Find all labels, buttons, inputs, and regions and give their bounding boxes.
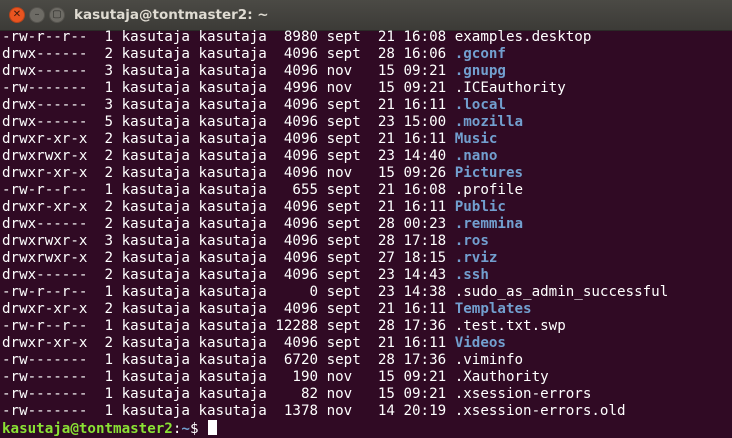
listing-line: drwxrwxr-x 2 kasutaja kasutaja 4096 sept… [2, 250, 732, 267]
prompt-user-host: kasutaja@tontmaster2 [2, 421, 173, 437]
file-attributes: -rw------- 1 kasutaja kasutaja 82 nov 15… [2, 386, 455, 402]
file-name: .test.txt.swp [454, 318, 566, 334]
listing-line: -rw-r--r-- 1 kasutaja kasutaja 8980 sept… [2, 29, 732, 46]
directory-name: .gconf [454, 46, 506, 62]
directory-name: Public [454, 199, 506, 215]
listing-line: -rw------- 1 kasutaja kasutaja 4996 nov … [2, 80, 732, 97]
listing-line: drwx------ 2 kasutaja kasutaja 4096 sept… [2, 216, 732, 233]
file-name: .xsession-errors.old [454, 403, 626, 419]
listing-line: -rw-r--r-- 1 kasutaja kasutaja 655 sept … [2, 182, 732, 199]
directory-name: .mozilla [454, 114, 524, 130]
file-attributes: drwxr-xr-x 2 kasutaja kasutaja 4096 sept… [2, 199, 455, 215]
file-attributes: -rw------- 1 kasutaja kasutaja 1378 nov … [2, 403, 455, 419]
directory-name: .rviz [454, 250, 498, 266]
listing-line: -rw------- 1 kasutaja kasutaja 1378 nov … [2, 403, 732, 420]
file-name: .profile [454, 182, 524, 198]
listing-line: -rw-r--r-- 1 kasutaja kasutaja 12288 sep… [2, 318, 732, 335]
file-attributes: drwxr-xr-x 2 kasutaja kasutaja 4096 sept… [2, 131, 455, 147]
listing-line: drwx------ 2 kasutaja kasutaja 4096 sept… [2, 46, 732, 63]
listing-line: -rw------- 1 kasutaja kasutaja 6720 sept… [2, 352, 732, 369]
file-name: .ICEauthority [454, 80, 566, 96]
file-attributes: drwxr-xr-x 2 kasutaja kasutaja 4096 nov … [2, 165, 455, 181]
directory-name: .nano [454, 148, 498, 164]
directory-name: Music [454, 131, 498, 147]
listing-line: drwxr-xr-x 2 kasutaja kasutaja 4096 sept… [2, 199, 732, 216]
directory-name: Videos [454, 335, 506, 351]
listing-line: drwxr-xr-x 2 kasutaja kasutaja 4096 sept… [2, 301, 732, 318]
prompt-path: ~ [181, 421, 190, 437]
file-attributes: drwxr-xr-x 2 kasutaja kasutaja 4096 sept… [2, 301, 455, 317]
listing-line: -rw------- 1 kasutaja kasutaja 82 nov 15… [2, 386, 732, 403]
file-attributes: -rw------- 1 kasutaja kasutaja 4996 nov … [2, 80, 455, 96]
minimize-icon[interactable]: – [29, 7, 45, 23]
listing-line: drwx------ 3 kasutaja kasutaja 4096 nov … [2, 63, 732, 80]
listing-line: -rw-r--r-- 1 kasutaja kasutaja 0 sept 23… [2, 284, 732, 301]
directory-name: .gnupg [454, 63, 506, 79]
window-title: kasutaja@tontmaster2: ~ [74, 7, 269, 23]
directory-name: .remmina [454, 216, 524, 232]
listing-line: drwx------ 5 kasutaja kasutaja 4096 sept… [2, 114, 732, 131]
file-attributes: drwxrwxr-x 3 kasutaja kasutaja 4096 sept… [2, 233, 455, 249]
listing-line: drwxr-xr-x 2 kasutaja kasutaja 4096 nov … [2, 165, 732, 182]
listing-line: drwxrwxr-x 2 kasutaja kasutaja 4096 sept… [2, 148, 732, 165]
file-attributes: drwxrwxr-x 2 kasutaja kasutaja 4096 sept… [2, 250, 455, 266]
listing-line: drwxr-xr-x 2 kasutaja kasutaja 4096 sept… [2, 131, 732, 148]
listing-line: drwx------ 3 kasutaja kasutaja 4096 sept… [2, 97, 732, 114]
file-attributes: -rw-r--r-- 1 kasutaja kasutaja 12288 sep… [2, 318, 455, 334]
file-attributes: -rw-r--r-- 1 kasutaja kasutaja 0 sept 23… [2, 284, 455, 300]
listing-line: drwxr-xr-x 2 kasutaja kasutaja 4096 sept… [2, 335, 732, 352]
text-cursor [208, 420, 218, 435]
terminal-output[interactable]: -rw-r--r-- 1 kasutaja kasutaja 8980 sept… [0, 29, 732, 438]
file-attributes: -rw------- 1 kasutaja kasutaja 6720 sept… [2, 352, 455, 368]
file-attributes: -rw-r--r-- 1 kasutaja kasutaja 655 sept … [2, 182, 455, 198]
file-attributes: drwx------ 2 kasutaja kasutaja 4096 sept… [2, 267, 455, 283]
file-name: .Xauthority [454, 369, 549, 385]
listing-line: drwxrwxr-x 3 kasutaja kasutaja 4096 sept… [2, 233, 732, 250]
file-attributes: -rw-r--r-- 1 kasutaja kasutaja 8980 sept… [2, 29, 455, 45]
file-attributes: drwx------ 5 kasutaja kasutaja 4096 sept… [2, 114, 455, 130]
directory-name: .local [454, 97, 506, 113]
directory-name: Templates [454, 301, 532, 317]
directory-name: Pictures [454, 165, 524, 181]
close-icon[interactable]: ✕ [9, 7, 25, 23]
listing-line: drwx------ 2 kasutaja kasutaja 4096 sept… [2, 267, 732, 284]
file-attributes: drwxrwxr-x 2 kasutaja kasutaja 4096 sept… [2, 148, 455, 164]
listing-line: -rw------- 1 kasutaja kasutaja 190 nov 1… [2, 369, 732, 386]
file-attributes: -rw------- 1 kasutaja kasutaja 190 nov 1… [2, 369, 455, 385]
prompt-line[interactable]: kasutaja@tontmaster2:~$ [2, 420, 732, 437]
file-attributes: drwx------ 3 kasutaja kasutaja 4096 nov … [2, 63, 455, 79]
file-attributes: drwx------ 2 kasutaja kasutaja 4096 sept… [2, 216, 455, 232]
file-attributes: drwx------ 2 kasutaja kasutaja 4096 sept… [2, 46, 455, 62]
directory-name: .ssh [454, 267, 489, 283]
directory-name: .ros [454, 233, 489, 249]
maximize-icon[interactable]: ▢ [49, 7, 65, 23]
title-bar[interactable]: ✕ – ▢ kasutaja@tontmaster2: ~ [0, 0, 732, 31]
terminal-window: ✕ – ▢ kasutaja@tontmaster2: ~ -rw-r--r--… [0, 0, 732, 438]
file-attributes: drwxr-xr-x 2 kasutaja kasutaja 4096 sept… [2, 335, 455, 351]
prompt-symbol: $ [189, 421, 208, 437]
file-attributes: drwx------ 3 kasutaja kasutaja 4096 sept… [2, 97, 455, 113]
file-name: examples.desktop [454, 29, 592, 45]
file-listing: -rw-r--r-- 1 kasutaja kasutaja 8980 sept… [2, 29, 732, 420]
file-name: .viminfo [454, 352, 524, 368]
file-name: .xsession-errors [454, 386, 592, 402]
file-name: .sudo_as_admin_successful [454, 284, 669, 300]
